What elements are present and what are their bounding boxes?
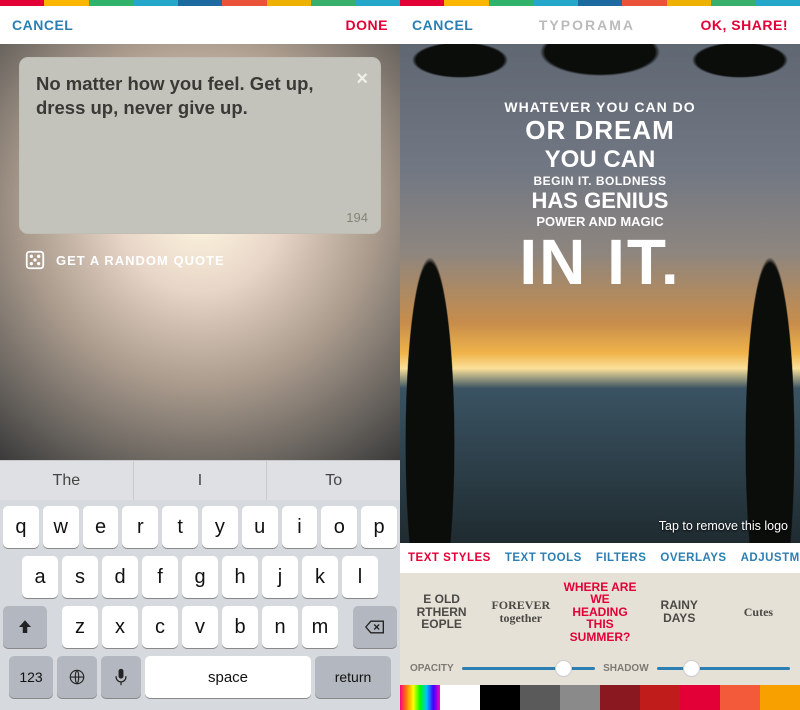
editor-panel: × No matter how you feel. Get up, dress … bbox=[0, 44, 400, 460]
style-tile[interactable]: FOREVERtogether bbox=[481, 599, 560, 624]
header: CANCEL DONE bbox=[0, 6, 400, 44]
swatch[interactable] bbox=[440, 685, 480, 710]
swatch[interactable] bbox=[480, 685, 520, 710]
ov-line3: YOU CAN bbox=[460, 146, 740, 174]
tab-text-styles[interactable]: TEXT STYLES bbox=[408, 552, 491, 564]
swatch[interactable] bbox=[640, 685, 680, 710]
key-j[interactable]: j bbox=[262, 556, 298, 598]
ov-line2: OR DREAM bbox=[460, 115, 740, 146]
key-v[interactable]: v bbox=[182, 606, 218, 648]
tool-tabs: TEXT STYLES TEXT TOOLS FILTERS OVERLAYS ADJU… bbox=[400, 543, 800, 573]
key-s[interactable]: s bbox=[62, 556, 98, 598]
screen-preview: CANCEL TYPORAMA OK, SHARE! WHATEVER YOU … bbox=[400, 0, 800, 710]
opacity-slider[interactable] bbox=[462, 667, 595, 670]
shift-key[interactable] bbox=[3, 606, 47, 648]
random-quote-label: GET A RANDOM QUOTE bbox=[56, 253, 225, 268]
swatch[interactable] bbox=[720, 685, 760, 710]
key-q[interactable]: q bbox=[3, 506, 39, 548]
key-k[interactable]: k bbox=[302, 556, 338, 598]
swatch[interactable] bbox=[680, 685, 720, 710]
cancel-button[interactable]: CANCEL bbox=[412, 17, 473, 33]
done-button[interactable]: DONE bbox=[346, 17, 388, 33]
ov-line5: HAS GENIUS bbox=[460, 188, 740, 214]
backspace-key[interactable] bbox=[353, 606, 397, 648]
key-p[interactable]: p bbox=[361, 506, 397, 548]
shadow-label: SHADOW bbox=[603, 663, 649, 674]
ov-line4: BEGIN IT. BOLDNESS bbox=[460, 174, 740, 188]
dice-icon bbox=[24, 249, 46, 271]
key-o[interactable]: o bbox=[321, 506, 357, 548]
swatch[interactable] bbox=[560, 685, 600, 710]
screen-text-input: CANCEL DONE × No matter how you feel. Ge… bbox=[0, 0, 400, 710]
globe-key[interactable] bbox=[57, 656, 97, 698]
key-y[interactable]: y bbox=[202, 506, 238, 548]
style-tile[interactable]: Cutes bbox=[719, 606, 798, 619]
char-counter: 194 bbox=[346, 210, 368, 225]
tab-overlays[interactable]: OVERLAYS bbox=[660, 552, 726, 564]
space-key[interactable]: space bbox=[145, 656, 311, 698]
tab-filters[interactable]: FILTERS bbox=[596, 552, 647, 564]
keyboard: qwertyuiop asdfghjkl zxcvbnm 123 space r… bbox=[0, 500, 400, 710]
key-e[interactable]: e bbox=[83, 506, 119, 548]
header: CANCEL TYPORAMA OK, SHARE! bbox=[400, 6, 800, 44]
key-u[interactable]: u bbox=[242, 506, 278, 548]
keyboard-suggestions: The I To bbox=[0, 460, 400, 500]
close-icon[interactable]: × bbox=[356, 68, 368, 91]
key-x[interactable]: x bbox=[102, 606, 138, 648]
mic-key[interactable] bbox=[101, 656, 141, 698]
key-w[interactable]: w bbox=[43, 506, 79, 548]
sugg-0[interactable]: The bbox=[0, 461, 134, 500]
key-l[interactable]: l bbox=[342, 556, 378, 598]
opacity-label: OPACITY bbox=[410, 663, 454, 674]
style-tile[interactable]: E OLDRTHERNEOPLE bbox=[402, 593, 481, 631]
random-quote-button[interactable]: GET A RANDOM QUOTE bbox=[24, 249, 376, 271]
remove-logo-hint[interactable]: Tap to remove this logo bbox=[659, 519, 788, 533]
key-z[interactable]: z bbox=[62, 606, 98, 648]
key-f[interactable]: f bbox=[142, 556, 178, 598]
canvas[interactable]: WHATEVER YOU CAN DO OR DREAM YOU CAN BEG… bbox=[400, 44, 800, 543]
swatch[interactable] bbox=[520, 685, 560, 710]
key-r[interactable]: r bbox=[122, 506, 158, 548]
sugg-1[interactable]: I bbox=[134, 461, 268, 500]
slider-row: OPACITY SHADOW bbox=[400, 651, 800, 685]
key-g[interactable]: g bbox=[182, 556, 218, 598]
key-m[interactable]: m bbox=[302, 606, 338, 648]
key-a[interactable]: a bbox=[22, 556, 58, 598]
style-tile[interactable]: WHERE ARE WEHEADINGTHISSUMMER? bbox=[560, 581, 639, 644]
key-n[interactable]: n bbox=[262, 606, 298, 648]
numbers-key[interactable]: 123 bbox=[9, 656, 53, 698]
quote-input-card[interactable]: × No matter how you feel. Get up, dress … bbox=[20, 58, 380, 233]
key-b[interactable]: b bbox=[222, 606, 258, 648]
ov-line1: WHATEVER YOU CAN DO bbox=[460, 99, 740, 115]
sugg-2[interactable]: To bbox=[267, 461, 400, 500]
swatch[interactable] bbox=[600, 685, 640, 710]
style-carousel[interactable]: E OLDRTHERNEOPLEFOREVERtogetherWHERE ARE… bbox=[400, 573, 800, 651]
style-tile[interactable]: RAINYDAYS bbox=[640, 599, 719, 624]
tab-text-tools[interactable]: TEXT TOOLS bbox=[505, 552, 582, 564]
key-t[interactable]: t bbox=[162, 506, 198, 548]
share-button[interactable]: OK, SHARE! bbox=[701, 17, 788, 33]
quote-text[interactable]: No matter how you feel. Get up, dress up… bbox=[36, 72, 364, 120]
text-overlay[interactable]: WHATEVER YOU CAN DO OR DREAM YOU CAN BEG… bbox=[460, 99, 740, 289]
cancel-button[interactable]: CANCEL bbox=[12, 17, 73, 33]
ov-big: IN IT. bbox=[460, 235, 740, 289]
return-key[interactable]: return bbox=[315, 656, 391, 698]
swatch[interactable] bbox=[400, 685, 440, 710]
color-swatches bbox=[400, 685, 800, 710]
key-h[interactable]: h bbox=[222, 556, 258, 598]
key-d[interactable]: d bbox=[102, 556, 138, 598]
app-title: TYPORAMA bbox=[539, 17, 635, 33]
tab-adjustments[interactable]: ADJUSTMENTS bbox=[741, 552, 800, 564]
shadow-slider[interactable] bbox=[657, 667, 790, 670]
key-i[interactable]: i bbox=[282, 506, 318, 548]
key-c[interactable]: c bbox=[142, 606, 178, 648]
swatch[interactable] bbox=[760, 685, 800, 710]
